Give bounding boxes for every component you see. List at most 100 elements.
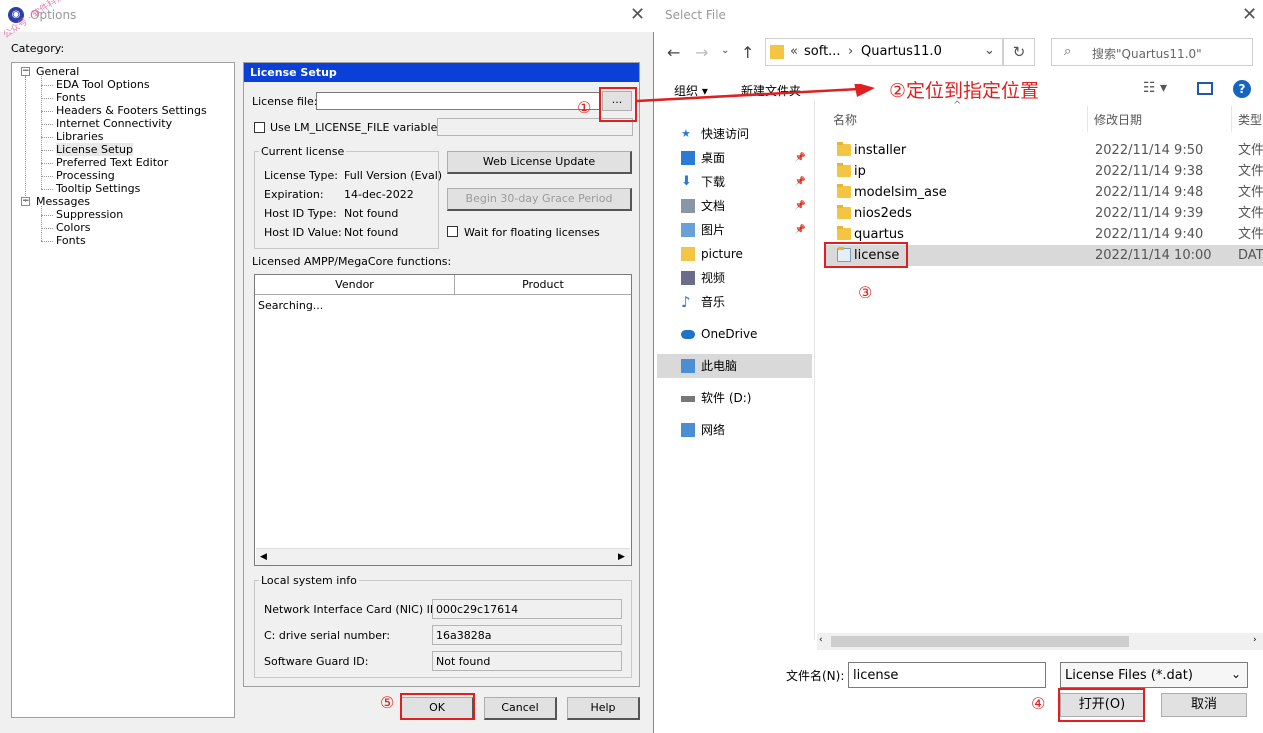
path-overflow[interactable]: « bbox=[790, 44, 798, 59]
file-row[interactable]: modelsim_ase 2022/11/14 9:48 文件 bbox=[825, 182, 1263, 203]
search-box[interactable]: ⌕ 搜索"Quartus11.0" bbox=[1051, 38, 1253, 66]
license-file-input[interactable] bbox=[316, 92, 600, 110]
file-type-value: License Files (*.dat) bbox=[1065, 668, 1193, 683]
expiration-value: 14-dec-2022 bbox=[344, 188, 414, 201]
current-license-label: Current license bbox=[259, 145, 347, 158]
nav-item[interactable]: 图片 📌 bbox=[657, 218, 812, 242]
scroll-right-icon[interactable]: ▶ bbox=[618, 552, 625, 562]
scroll-left-icon[interactable]: ‹ bbox=[819, 635, 823, 645]
tree-item[interactable]: Colors bbox=[56, 221, 90, 234]
computer-icon bbox=[681, 359, 695, 373]
column-divider[interactable] bbox=[1087, 106, 1088, 132]
tree-item[interactable]: EDA Tool Options bbox=[56, 78, 150, 91]
tree-item[interactable]: Processing bbox=[56, 169, 115, 182]
pin-icon: 📌 bbox=[794, 177, 806, 187]
nav-item[interactable]: 视频 bbox=[657, 266, 812, 290]
filename-input[interactable]: license bbox=[848, 662, 1046, 688]
table-horizontal-scrollbar[interactable]: ◀ ▶ bbox=[256, 548, 630, 565]
nav-item[interactable]: 软件 (D:) bbox=[657, 386, 812, 410]
drive-icon bbox=[681, 396, 695, 402]
folder-icon bbox=[681, 247, 695, 261]
tree-node-messages[interactable]: Messages bbox=[36, 195, 90, 208]
category-tree[interactable]: General − EDA Tool Options Fonts Headers & F… bbox=[11, 62, 235, 718]
back-arrow-icon[interactable]: ← bbox=[667, 43, 680, 62]
address-bar[interactable]: « soft... › Quartus11.0 ⌄ bbox=[765, 38, 1003, 66]
tree-item[interactable]: Suppression bbox=[56, 208, 123, 221]
tree-item[interactable]: Headers & Footers Settings bbox=[56, 104, 207, 117]
scroll-right-icon[interactable]: › bbox=[1253, 635, 1257, 645]
recent-chevron-icon[interactable]: ⌄ bbox=[721, 45, 729, 56]
tree-connector bbox=[41, 98, 53, 99]
star-icon: ★ bbox=[681, 127, 691, 140]
navigation-pane[interactable]: ★ 快速访问 桌面 📌 ⬇ 下载 📌 文档 📌 图片 📌 picture 视频 ♪ 音乐 OneDrive 此电… bbox=[657, 100, 812, 640]
options-titlebar: ◉ Options 公众号 · 软件科技 ✕ bbox=[0, 0, 654, 41]
tree-node-general[interactable]: General bbox=[36, 65, 79, 78]
tree-collapse-icon[interactable]: − bbox=[21, 67, 30, 76]
file-row[interactable]: nios2eds 2022/11/14 9:39 文件 bbox=[825, 203, 1263, 224]
options-dialog: ◉ Options 公众号 · 软件科技 ✕ Category: General… bbox=[0, 0, 654, 733]
nav-item-label: 音乐 bbox=[701, 295, 726, 309]
wait-floating-checkbox[interactable] bbox=[447, 226, 458, 237]
tree-item[interactable]: Fonts bbox=[56, 234, 86, 247]
tree-connector bbox=[41, 189, 53, 190]
annotation-step-4: ④ bbox=[1031, 694, 1046, 713]
address-dropdown-icon[interactable]: ⌄ bbox=[984, 43, 995, 58]
nav-item[interactable]: ★ 快速访问 bbox=[657, 122, 812, 146]
nav-item-label: 桌面 bbox=[701, 151, 726, 165]
path-segment-quartus[interactable]: Quartus11.0 bbox=[861, 44, 942, 59]
file-name: modelsim_ase bbox=[854, 185, 947, 200]
search-input[interactable]: 搜索"Quartus11.0" bbox=[1092, 45, 1202, 62]
nav-item[interactable]: ♪ 音乐 bbox=[657, 290, 812, 314]
file-row[interactable]: installer 2022/11/14 9:50 文件 bbox=[825, 140, 1263, 161]
folder-icon bbox=[837, 142, 851, 156]
tree-item[interactable]: Libraries bbox=[56, 130, 104, 143]
nav-item[interactable]: ⬇ 下载 📌 bbox=[657, 170, 812, 194]
cancel-button[interactable]: Cancel bbox=[484, 697, 557, 720]
file-row[interactable]: ip 2022/11/14 9:38 文件 bbox=[825, 161, 1263, 182]
view-options-icon[interactable]: ☷ ▾ bbox=[1143, 80, 1167, 96]
tree-item[interactable]: Internet Connectivity bbox=[56, 117, 172, 130]
nav-item[interactable]: picture bbox=[657, 242, 812, 266]
nav-item[interactable]: 网络 bbox=[657, 418, 812, 442]
help-icon[interactable]: ? bbox=[1233, 80, 1251, 98]
date-column-header[interactable]: 修改日期 bbox=[1094, 111, 1142, 128]
refresh-icon[interactable]: ↻ bbox=[1003, 38, 1035, 66]
dialog-cancel-button[interactable]: 取消 bbox=[1161, 693, 1247, 717]
file-list-horizontal-scrollbar[interactable]: ‹ › bbox=[817, 633, 1263, 650]
license-type-value: Full Version (Eval) bbox=[344, 169, 443, 182]
video-icon bbox=[681, 271, 695, 285]
close-icon[interactable]: ✕ bbox=[630, 6, 645, 24]
file-type: 文件 bbox=[1238, 164, 1263, 179]
product-column-header[interactable]: Product bbox=[455, 275, 631, 295]
nav-item[interactable]: OneDrive bbox=[657, 322, 812, 346]
column-divider[interactable] bbox=[1231, 106, 1232, 132]
scrollbar-thumb[interactable] bbox=[831, 636, 1129, 647]
guard-value: Not found bbox=[432, 651, 622, 671]
file-type-select[interactable]: License Files (*.dat) ⌄ bbox=[1060, 662, 1248, 688]
nav-item[interactable]: 此电脑 bbox=[657, 354, 812, 378]
nav-item[interactable]: 桌面 📌 bbox=[657, 146, 812, 170]
type-column-header[interactable]: 类型 bbox=[1238, 111, 1262, 128]
preview-pane-icon[interactable] bbox=[1197, 82, 1213, 95]
ampp-table[interactable]: Vendor Product Searching... ◀ ▶ bbox=[254, 274, 632, 566]
picture-icon bbox=[681, 223, 695, 237]
vendor-column-header[interactable]: Vendor bbox=[255, 275, 455, 295]
web-license-update-button[interactable]: Web License Update bbox=[447, 151, 632, 174]
tree-item[interactable]: License Setup bbox=[56, 143, 133, 156]
wait-floating-label: Wait for floating licenses bbox=[464, 226, 600, 239]
tree-item[interactable]: Fonts bbox=[56, 91, 86, 104]
help-button[interactable]: Help bbox=[567, 697, 640, 720]
tree-item[interactable]: Tooltip Settings bbox=[56, 182, 140, 195]
nav-item-label: 快速访问 bbox=[701, 127, 750, 141]
tree-item[interactable]: Preferred Text Editor bbox=[56, 156, 168, 169]
folder-icon bbox=[770, 45, 784, 59]
use-env-checkbox[interactable] bbox=[254, 122, 265, 133]
scroll-left-icon[interactable]: ◀ bbox=[260, 552, 267, 562]
nav-item[interactable]: 文档 📌 bbox=[657, 194, 812, 218]
up-arrow-icon[interactable]: ↑ bbox=[741, 43, 754, 62]
nav-item-label: OneDrive bbox=[701, 327, 758, 341]
serial-label: C: drive serial number: bbox=[264, 629, 391, 642]
close-icon[interactable]: ✕ bbox=[1242, 6, 1257, 24]
path-segment-soft[interactable]: soft... bbox=[804, 44, 841, 59]
pane-divider[interactable] bbox=[814, 100, 815, 640]
